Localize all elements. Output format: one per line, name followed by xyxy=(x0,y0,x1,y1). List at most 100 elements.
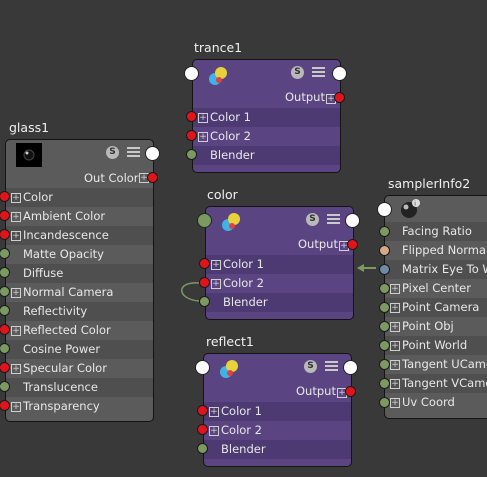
attr-row[interactable]: + Reflected Color xyxy=(6,321,153,340)
expand-icon[interactable]: + xyxy=(390,398,400,408)
glass1-title[interactable]: glass1 xyxy=(9,120,49,135)
attr-row[interactable]: Facing Ratio xyxy=(385,222,487,241)
expand-icon[interactable]: + xyxy=(11,364,21,374)
attr-row[interactable]: Flipped Normal xyxy=(385,241,487,260)
input-port[interactable] xyxy=(379,226,390,237)
input-port[interactable] xyxy=(186,130,197,141)
input-port[interactable] xyxy=(199,277,210,288)
trance1-node[interactable]: S Output + + Color 1 + Color 2 Blender xyxy=(192,59,341,173)
attr-row[interactable]: + Color 2 xyxy=(193,127,340,146)
samplerinfo2-title[interactable]: samplerInfo2 xyxy=(388,176,470,191)
output-port[interactable] xyxy=(345,213,360,228)
input-port[interactable] xyxy=(379,321,390,332)
attr-row[interactable]: Translucence xyxy=(6,378,153,397)
expand-icon[interactable]: + xyxy=(11,193,21,203)
input-port[interactable] xyxy=(379,245,390,256)
expand-icon[interactable]: + xyxy=(390,360,400,370)
expand-icon[interactable]: + xyxy=(211,260,221,270)
attr-row[interactable]: + Pixel Center xyxy=(385,279,487,298)
input-port[interactable] xyxy=(195,360,210,375)
solo-button[interactable]: S xyxy=(306,213,319,226)
input-port[interactable] xyxy=(379,397,390,408)
input-port[interactable] xyxy=(377,202,392,217)
attr-row[interactable]: Blender xyxy=(204,440,351,459)
output-port[interactable] xyxy=(334,92,345,103)
attr-row[interactable]: + Color 1 xyxy=(193,108,340,127)
input-port[interactable] xyxy=(379,302,390,313)
attr-row[interactable]: Blender xyxy=(193,146,340,165)
output-port[interactable] xyxy=(147,172,158,183)
output-port[interactable] xyxy=(347,239,358,250)
attr-row[interactable]: Matte Opacity xyxy=(6,245,153,264)
attr-row[interactable]: + Point Camera xyxy=(385,298,487,317)
expand-icon[interactable]: + xyxy=(11,402,21,412)
expand-icon[interactable]: + xyxy=(11,231,21,241)
menu-icon[interactable] xyxy=(312,67,325,78)
attr-row[interactable]: +Tangent UCamer xyxy=(385,355,487,374)
attr-row[interactable]: + Specular Color xyxy=(6,359,153,378)
input-port[interactable] xyxy=(184,66,199,81)
trance1-title[interactable]: trance1 xyxy=(194,40,242,55)
attr-row[interactable]: + Point Obj xyxy=(385,317,487,336)
expand-icon[interactable]: + xyxy=(390,322,400,332)
input-port[interactable] xyxy=(197,405,208,416)
attr-row[interactable]: + Ambient Color xyxy=(6,207,153,226)
attr-row[interactable]: + Color 2 xyxy=(206,274,353,293)
solo-button[interactable]: S xyxy=(304,360,317,373)
menu-icon[interactable] xyxy=(325,361,338,372)
attr-row[interactable]: + Transparency xyxy=(6,397,153,416)
input-port[interactable] xyxy=(197,213,212,228)
attr-row[interactable]: Diffuse xyxy=(6,264,153,283)
input-port[interactable] xyxy=(379,378,390,389)
expand-icon[interactable]: + xyxy=(390,303,400,313)
attr-row[interactable]: Blender xyxy=(206,293,353,312)
color-node[interactable]: S Output + + Color 1 + Color 2 Blender xyxy=(205,206,354,320)
expand-icon[interactable]: + xyxy=(390,341,400,351)
attr-row[interactable]: + Color 1 xyxy=(206,255,353,274)
input-port[interactable] xyxy=(379,283,390,294)
attr-row[interactable]: + Color 1 xyxy=(204,402,351,421)
input-port[interactable] xyxy=(379,359,390,370)
expand-icon[interactable]: + xyxy=(198,132,208,142)
expand-icon[interactable]: + xyxy=(11,212,21,222)
solo-button[interactable]: S xyxy=(291,66,304,79)
expand-icon[interactable]: + xyxy=(11,326,21,336)
attr-row[interactable]: + Color 2 xyxy=(204,421,351,440)
expand-icon[interactable]: + xyxy=(390,379,400,389)
output-port[interactable] xyxy=(345,386,356,397)
attr-row[interactable]: + Color xyxy=(6,188,153,207)
input-port[interactable] xyxy=(186,149,197,160)
input-port[interactable] xyxy=(199,296,210,307)
input-port[interactable] xyxy=(197,424,208,435)
input-port[interactable] xyxy=(186,111,197,122)
attr-row[interactable]: Reflectivity xyxy=(6,302,153,321)
attr-row[interactable]: + Incandescence xyxy=(6,226,153,245)
expand-icon[interactable]: + xyxy=(211,279,221,289)
samplerinfo2-node[interactable]: i Facing Ratio Flipped Normal Matrix Eye… xyxy=(384,195,487,419)
expand-icon[interactable]: + xyxy=(11,288,21,298)
output-port[interactable] xyxy=(145,146,160,161)
attr-row[interactable]: +Tangent VCamer xyxy=(385,374,487,393)
expand-icon[interactable]: + xyxy=(390,284,400,294)
color-title[interactable]: color xyxy=(207,187,238,202)
attr-row[interactable]: + Normal Camera xyxy=(6,283,153,302)
expand-icon[interactable]: + xyxy=(209,426,219,436)
glass1-node[interactable]: S Out Color + + Color + Ambient Color + Inc… xyxy=(5,139,154,422)
output-port[interactable] xyxy=(332,66,347,81)
menu-icon[interactable] xyxy=(127,147,140,158)
attr-row[interactable]: + Uv Coord xyxy=(385,393,487,412)
reflect1-title[interactable]: reflect1 xyxy=(206,334,254,349)
input-port[interactable] xyxy=(379,264,390,275)
input-port[interactable] xyxy=(197,443,208,454)
solo-button[interactable]: S xyxy=(106,146,119,159)
attr-row[interactable]: Cosine Power xyxy=(6,340,153,359)
attr-row[interactable]: + Point World xyxy=(385,336,487,355)
attr-row[interactable]: Matrix Eye To W xyxy=(385,260,487,279)
expand-icon[interactable]: + xyxy=(209,407,219,417)
reflect1-node[interactable]: S Output + + Color 1 + Color 2 Blender xyxy=(203,353,352,467)
input-port[interactable] xyxy=(379,340,390,351)
input-port[interactable] xyxy=(199,258,210,269)
output-port[interactable] xyxy=(343,360,358,375)
expand-icon[interactable]: + xyxy=(198,113,208,123)
menu-icon[interactable] xyxy=(327,214,340,225)
